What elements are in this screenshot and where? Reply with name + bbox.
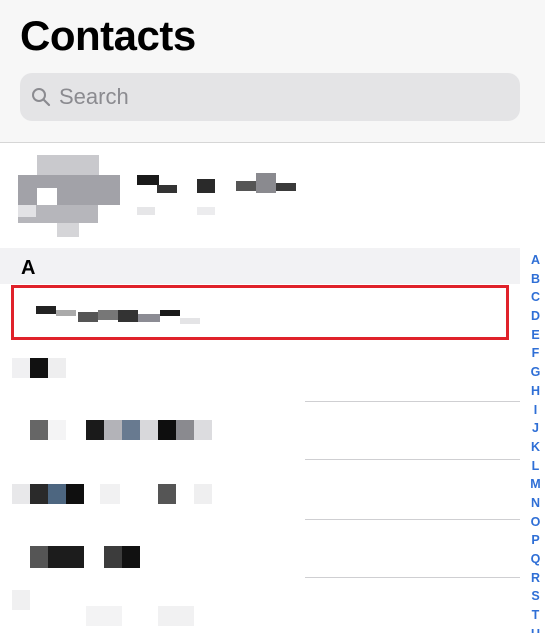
contact-row[interactable] [0, 402, 520, 458]
section-header-a: A [0, 248, 520, 284]
index-letter[interactable]: H [531, 382, 540, 401]
index-letter[interactable]: E [531, 326, 539, 345]
index-letter[interactable]: M [530, 475, 540, 494]
search-placeholder: Search [59, 84, 129, 109]
page-title: Contacts [20, 12, 196, 59]
contact-row[interactable] [0, 342, 520, 398]
index-letter[interactable]: P [531, 531, 539, 550]
index-letter[interactable]: J [532, 419, 539, 438]
index-letter[interactable]: O [531, 513, 541, 532]
index-letter[interactable]: T [532, 606, 540, 625]
index-letter[interactable]: F [532, 344, 540, 363]
index-letter[interactable]: Q [531, 550, 541, 569]
contacts-screen: Contacts Search A A B C D E F G H I J K … [0, 0, 545, 633]
index-letter[interactable]: I [534, 401, 537, 420]
index-letter[interactable]: R [531, 569, 540, 588]
index-letter[interactable]: C [531, 288, 540, 307]
contact-row[interactable] [0, 578, 520, 633]
contact-row[interactable] [0, 520, 520, 576]
index-letter[interactable]: N [531, 494, 540, 513]
header: Contacts Search [0, 0, 545, 143]
contact-row[interactable] [0, 286, 520, 342]
index-letter[interactable]: U [531, 625, 540, 633]
search-bar[interactable]: Search [20, 73, 520, 121]
index-letter[interactable]: D [531, 307, 540, 326]
index-letter[interactable]: S [531, 587, 539, 606]
index-letter[interactable]: L [532, 457, 540, 476]
index-letter[interactable]: K [531, 438, 540, 457]
alphabet-index[interactable]: A B C D E F G H I J K L M N O P Q R S T … [526, 251, 545, 633]
index-letter[interactable]: G [531, 363, 541, 382]
index-letter[interactable]: A [531, 251, 540, 270]
my-card[interactable] [0, 143, 545, 247]
contact-row[interactable] [0, 460, 520, 516]
section-letter: A [21, 257, 36, 279]
search-icon [30, 86, 52, 108]
index-letter[interactable]: B [531, 270, 540, 289]
